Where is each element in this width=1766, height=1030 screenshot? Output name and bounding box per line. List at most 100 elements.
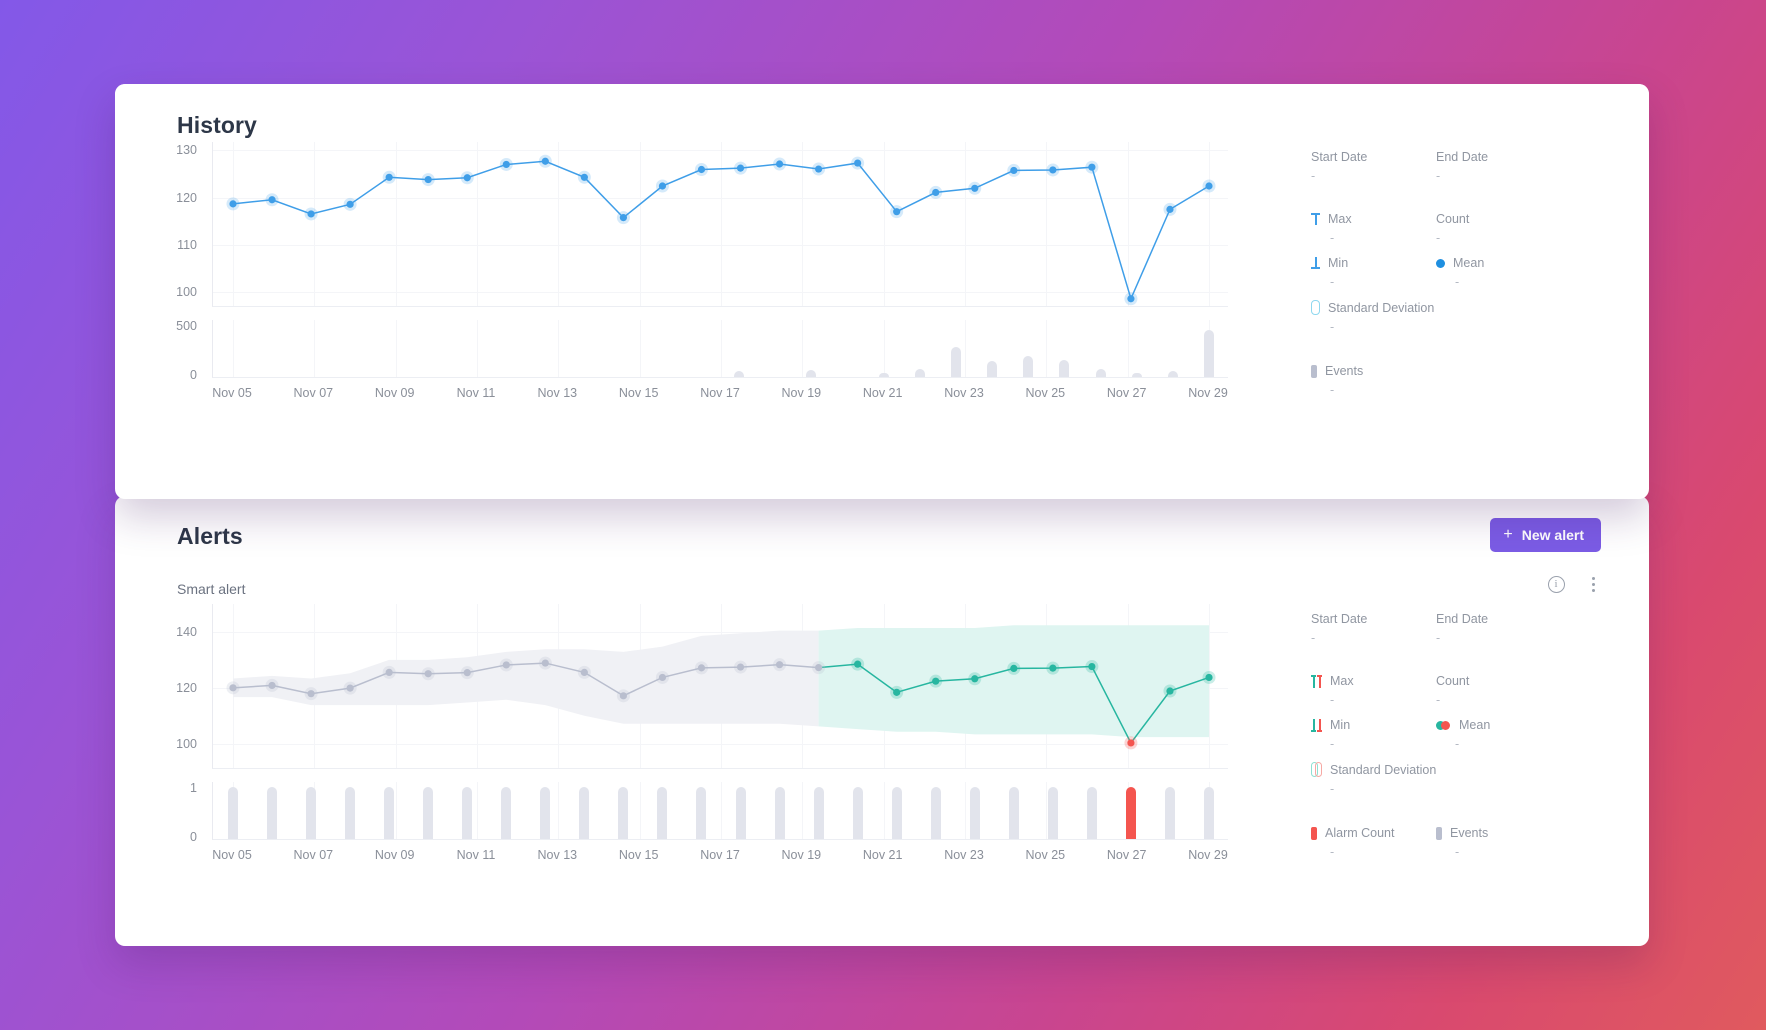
event-bar <box>813 787 824 839</box>
alerts-title: Alerts <box>177 523 243 549</box>
x-tick: Nov 07 <box>293 848 334 862</box>
grid-line <box>477 782 478 839</box>
legend-label: Max <box>1330 674 1354 688</box>
x-tick: Nov 17 <box>700 848 740 862</box>
y-tick: 140 <box>176 625 197 639</box>
history-y-axis: 130 120 110 100 <box>115 142 197 307</box>
legend-value: - <box>1311 169 1316 183</box>
legend-value: - <box>1330 383 1335 397</box>
legend-value: - <box>1330 275 1335 289</box>
event-bar <box>618 787 629 839</box>
x-tick: Nov 27 <box>1106 386 1147 400</box>
new-alert-label: New alert <box>1521 527 1584 543</box>
grid-line <box>395 782 397 839</box>
grid-line <box>314 320 316 377</box>
info-icon[interactable]: i <box>1546 574 1566 594</box>
event-bar <box>950 347 961 377</box>
x-tick: Nov 11 <box>456 848 496 862</box>
y-tick: 100 <box>176 737 197 751</box>
legend-item: Events - <box>1311 364 1363 397</box>
y-tick: 100 <box>176 285 197 299</box>
legend-item: Events - <box>1436 826 1488 859</box>
events-marker-icon <box>1311 364 1317 378</box>
event-bar <box>735 787 746 839</box>
event-bar <box>969 787 980 839</box>
y-tick: 120 <box>176 681 197 695</box>
stddev-marker-icon <box>1311 762 1322 777</box>
event-bar <box>423 787 434 839</box>
grid-line <box>802 782 804 839</box>
x-tick: Nov 11 <box>456 386 496 400</box>
x-tick: Nov 15 <box>618 386 659 400</box>
event-bar <box>228 787 238 839</box>
x-tick: Nov 19 <box>781 386 822 400</box>
event-bar <box>891 787 902 839</box>
legend-label: Count <box>1436 212 1470 226</box>
x-tick: Nov 13 <box>537 848 578 862</box>
legend-label: End Date <box>1436 150 1489 164</box>
event-bar <box>1164 787 1175 839</box>
event-bar <box>1167 371 1178 377</box>
legend-label: Alarm Count <box>1325 826 1395 840</box>
legend-item: End Date - <box>1436 612 1488 645</box>
smart-alert-label: Smart alert <box>177 581 246 597</box>
alerts-card: Alerts + New alert Smart alert i 140 120… <box>115 496 1649 946</box>
event-bar <box>1023 356 1034 377</box>
legend-value: - <box>1311 631 1316 645</box>
legend-label: Count <box>1436 674 1470 688</box>
grid-line <box>965 320 966 377</box>
x-tick: Nov 25 <box>1025 386 1066 400</box>
alarm-count-marker-icon <box>1311 826 1317 840</box>
grid-line <box>965 782 966 839</box>
x-tick: Nov 15 <box>618 848 659 862</box>
event-bar <box>1059 360 1070 377</box>
legend-item: Start Date - <box>1311 150 1367 183</box>
legend-value: - <box>1436 693 1441 707</box>
history-title: History <box>177 112 257 138</box>
history-bar-y-axis: 500 0 <box>115 319 197 382</box>
grid-line <box>802 320 804 377</box>
event-bar <box>774 787 785 839</box>
x-tick: Nov 21 <box>862 848 903 862</box>
legend-label: Mean <box>1459 718 1491 732</box>
grid-line <box>721 782 722 839</box>
grid-line <box>883 320 885 377</box>
grid-line <box>721 320 722 377</box>
new-alert-button[interactable]: + New alert <box>1490 518 1601 552</box>
legend-value: - <box>1455 845 1460 859</box>
y-tick: 110 <box>177 238 197 252</box>
grid-line <box>233 320 234 377</box>
legend-item: Count - <box>1436 212 1469 245</box>
x-tick: Nov 09 <box>374 848 415 862</box>
legend-label: Max <box>1328 212 1352 226</box>
mean-marker-icon <box>1436 258 1445 268</box>
event-bar <box>267 787 278 839</box>
alerts-y-axis: 140 120 100 <box>115 604 197 769</box>
event-bar <box>540 787 551 839</box>
alerts-line-plot <box>212 604 1228 769</box>
mean-marker-icon <box>1436 720 1451 730</box>
x-tick: Nov 27 <box>1106 848 1147 862</box>
grid-line <box>1046 320 1048 377</box>
alerts-bar-y-axis: 1 0 <box>115 781 197 844</box>
bar-y-tick: 0 <box>190 368 197 382</box>
event-bar <box>930 787 941 839</box>
x-tick: Nov 23 <box>944 386 984 400</box>
grid-line <box>883 782 885 839</box>
grid-line <box>1127 320 1129 377</box>
event-bar <box>806 370 817 377</box>
min-marker-icon <box>1311 257 1320 269</box>
grid-line <box>395 320 397 377</box>
max-marker-icon <box>1311 674 1322 688</box>
legend-value: - <box>1330 782 1335 796</box>
more-options-icon[interactable] <box>1583 574 1603 594</box>
legend-label: Standard Deviation <box>1328 300 1435 315</box>
legend-label: End Date <box>1436 612 1489 626</box>
alarm-bar <box>1125 787 1136 839</box>
event-bar <box>852 787 863 839</box>
grid-line <box>639 782 641 839</box>
legend-item: Max - <box>1311 674 1354 707</box>
legend-label: Events <box>1450 826 1489 840</box>
alerts-bar-plot <box>212 782 1228 840</box>
grid-line <box>477 320 478 377</box>
